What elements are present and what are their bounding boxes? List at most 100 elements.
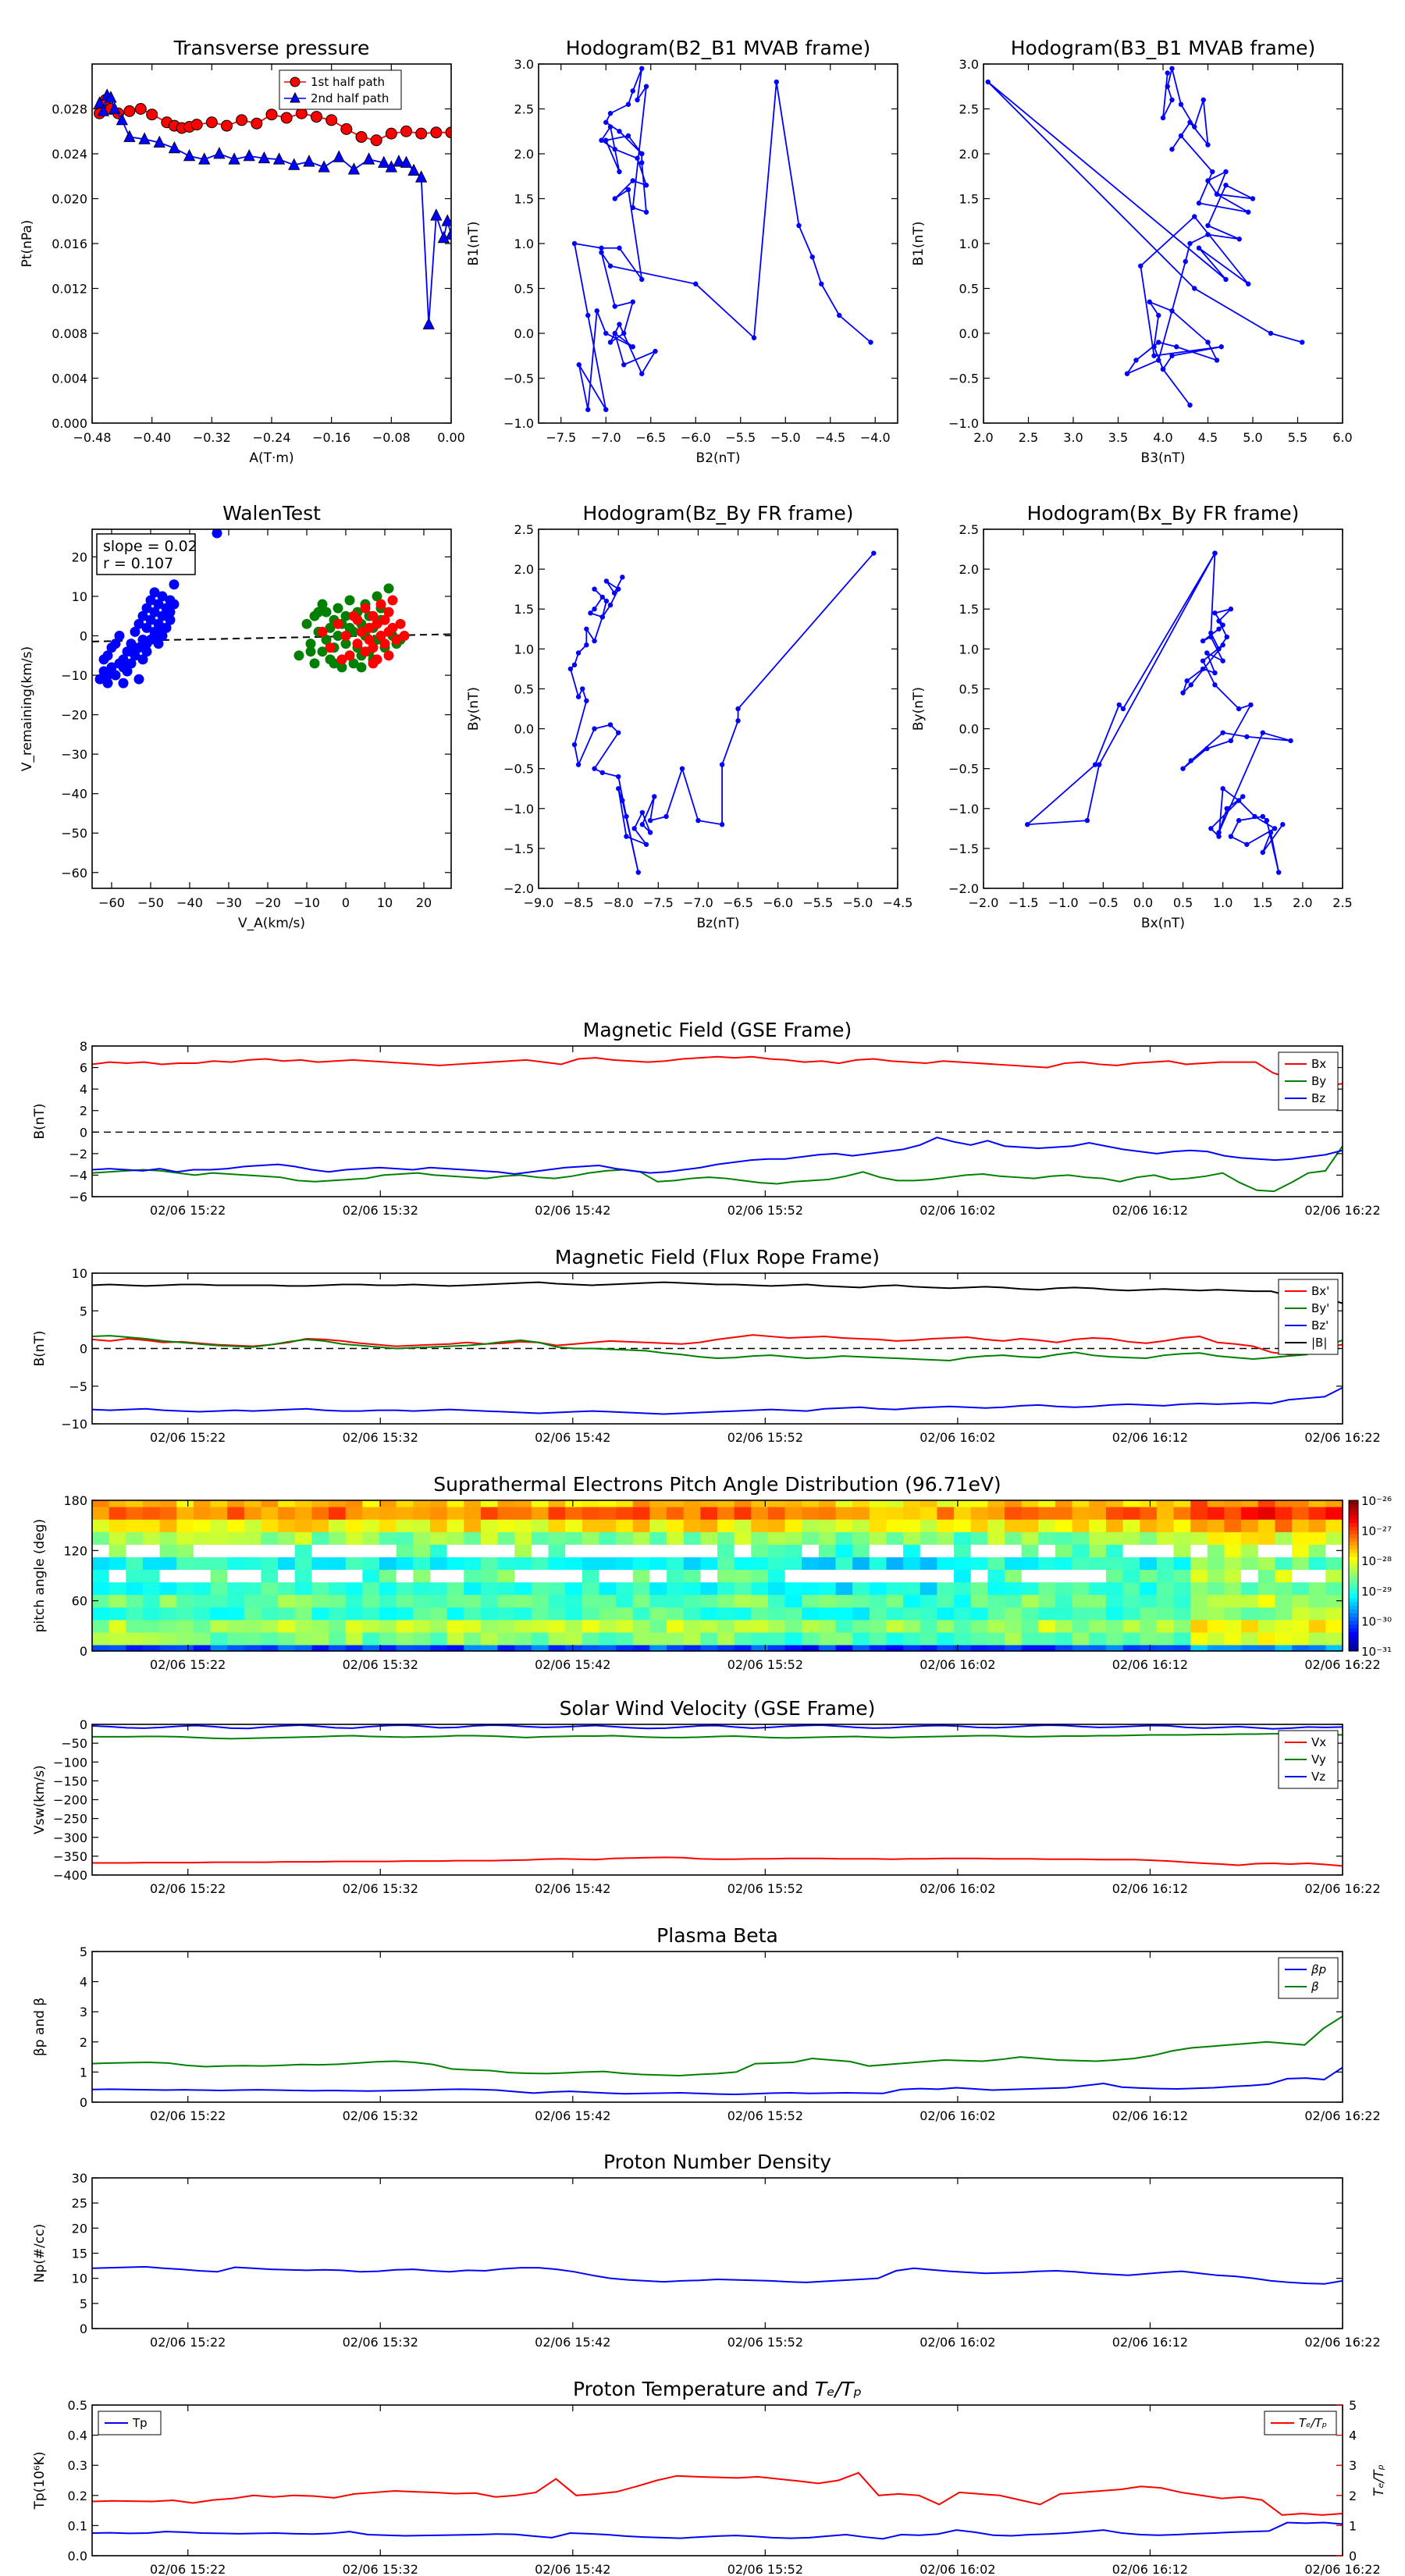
heatmap-cell: [108, 1582, 126, 1596]
data-point: [620, 575, 625, 580]
y-tick-label: 180: [63, 1493, 87, 1508]
heatmap-cell: [784, 1619, 802, 1633]
heatmap-cell: [954, 1594, 972, 1608]
data-point: [695, 817, 701, 824]
y-axis-label: B(nT): [32, 1103, 48, 1139]
heatmap-cell: [649, 1557, 667, 1571]
data-point: [584, 642, 589, 648]
y-tick-label: 0.008: [52, 326, 87, 341]
heatmap-cell: [311, 1594, 329, 1608]
heatmap-cell: [1005, 1500, 1023, 1507]
data-point: [576, 362, 582, 368]
y-tick-label: 1.5: [514, 192, 534, 207]
heatmap-cell: [261, 1532, 279, 1545]
heatmap-cell: [1292, 1594, 1310, 1608]
heatmap-cell: [1224, 1606, 1242, 1621]
y-tick-label: 8: [80, 1039, 87, 1054]
heatmap-cell: [1005, 1519, 1023, 1532]
x-tick-label: −20: [254, 895, 281, 910]
heatmap-cell: [464, 1569, 482, 1583]
title-math: Tₑ/Tₚ: [815, 2378, 862, 2400]
y-tick-label: 0: [80, 1342, 87, 1357]
heatmap-cell: [210, 1569, 228, 1583]
heatmap-cell: [818, 1631, 837, 1646]
heatmap-cell: [767, 1557, 786, 1571]
data-point: [616, 786, 621, 792]
x-tick-label: −9.0: [524, 895, 554, 910]
data-point: [571, 742, 578, 748]
heatmap-cell: [1275, 1582, 1293, 1596]
data-point: [1264, 817, 1270, 824]
y-tick-label: −50: [61, 826, 87, 841]
heatmap-cell: [767, 1606, 786, 1621]
heatmap-cell: [1241, 1507, 1259, 1520]
colorbar-step: [1349, 1500, 1358, 1505]
y2-axis-label: Tₑ/Tₚ: [1371, 2464, 1387, 2496]
heatmap-cell: [362, 1507, 380, 1520]
heatmap-cell: [1308, 1619, 1326, 1633]
heatmap-cell: [1038, 1557, 1056, 1571]
x-tick-label: 02/06 16:22: [1304, 2108, 1380, 2123]
heatmap-cell: [869, 1532, 887, 1545]
legend-marker: [290, 76, 301, 87]
heatmap-cell: [345, 1557, 363, 1571]
heatmap-cell: [1021, 1500, 1039, 1507]
heatmap-cell: [683, 1500, 701, 1507]
data-point: [1084, 817, 1090, 824]
heatmap-cell: [1190, 1582, 1208, 1596]
heatmap-cell: [616, 1500, 634, 1507]
x-tick-label: −6.5: [635, 430, 666, 445]
legend-label: By': [1311, 1301, 1329, 1315]
data-point: [415, 127, 428, 140]
data-point: [592, 586, 597, 592]
data-point: [679, 766, 685, 771]
data-point: [1246, 281, 1251, 286]
heatmap-cell: [227, 1532, 245, 1545]
data-point: [639, 809, 646, 816]
data-point: [603, 330, 609, 336]
heatmap-cell: [700, 1582, 718, 1596]
heatmap-cell: [497, 1519, 515, 1532]
scatter-point: [165, 607, 176, 617]
scatter-point: [352, 639, 363, 649]
data-point: [871, 550, 877, 556]
heatmap-cell: [649, 1582, 667, 1596]
colorbar-step: [1349, 1538, 1358, 1542]
heatmap-cell: [717, 1500, 735, 1507]
legend-label: By: [1311, 1074, 1326, 1088]
heatmap-cell: [193, 1507, 212, 1520]
heatmap-cell: [311, 1606, 329, 1621]
data-point: [1250, 196, 1256, 201]
heatmap-cell: [278, 1569, 296, 1583]
heatmap-cell: [937, 1519, 955, 1532]
data-point: [1268, 330, 1274, 336]
heatmap-cell: [734, 1507, 752, 1520]
heatmap-cell: [565, 1507, 583, 1520]
heatmap-cell: [497, 1594, 515, 1608]
heatmap-cell: [429, 1532, 448, 1545]
heatmap-cell: [446, 1500, 464, 1507]
data-point: [585, 312, 591, 318]
heatmap-cell: [919, 1582, 938, 1596]
heatmap-cell: [784, 1569, 802, 1583]
heatmap-cell: [1021, 1532, 1039, 1545]
heatmap-cell: [886, 1557, 904, 1571]
heatmap-cell: [345, 1544, 363, 1557]
heatmap-cell: [1207, 1532, 1225, 1545]
heatmap-cell: [329, 1619, 347, 1633]
heatmap-cell: [667, 1557, 685, 1571]
heatmap-cell: [261, 1544, 279, 1557]
heatmap-cell: [159, 1500, 177, 1507]
x-tick-label: 2.5: [1332, 895, 1352, 910]
data-point: [592, 607, 597, 612]
heatmap-cell: [835, 1500, 853, 1507]
data-point: [643, 183, 649, 188]
heatmap-cell: [1292, 1532, 1310, 1545]
x-tick-label: 02/06 15:32: [343, 2562, 418, 2576]
heatmap-cell: [869, 1500, 887, 1507]
x-tick-label: −0.40: [133, 430, 171, 445]
heatmap-cell: [784, 1532, 802, 1545]
heatmap-cell: [464, 1619, 482, 1633]
heatmap-cell: [514, 1500, 532, 1507]
y-tick-label: 0.5: [959, 681, 979, 696]
